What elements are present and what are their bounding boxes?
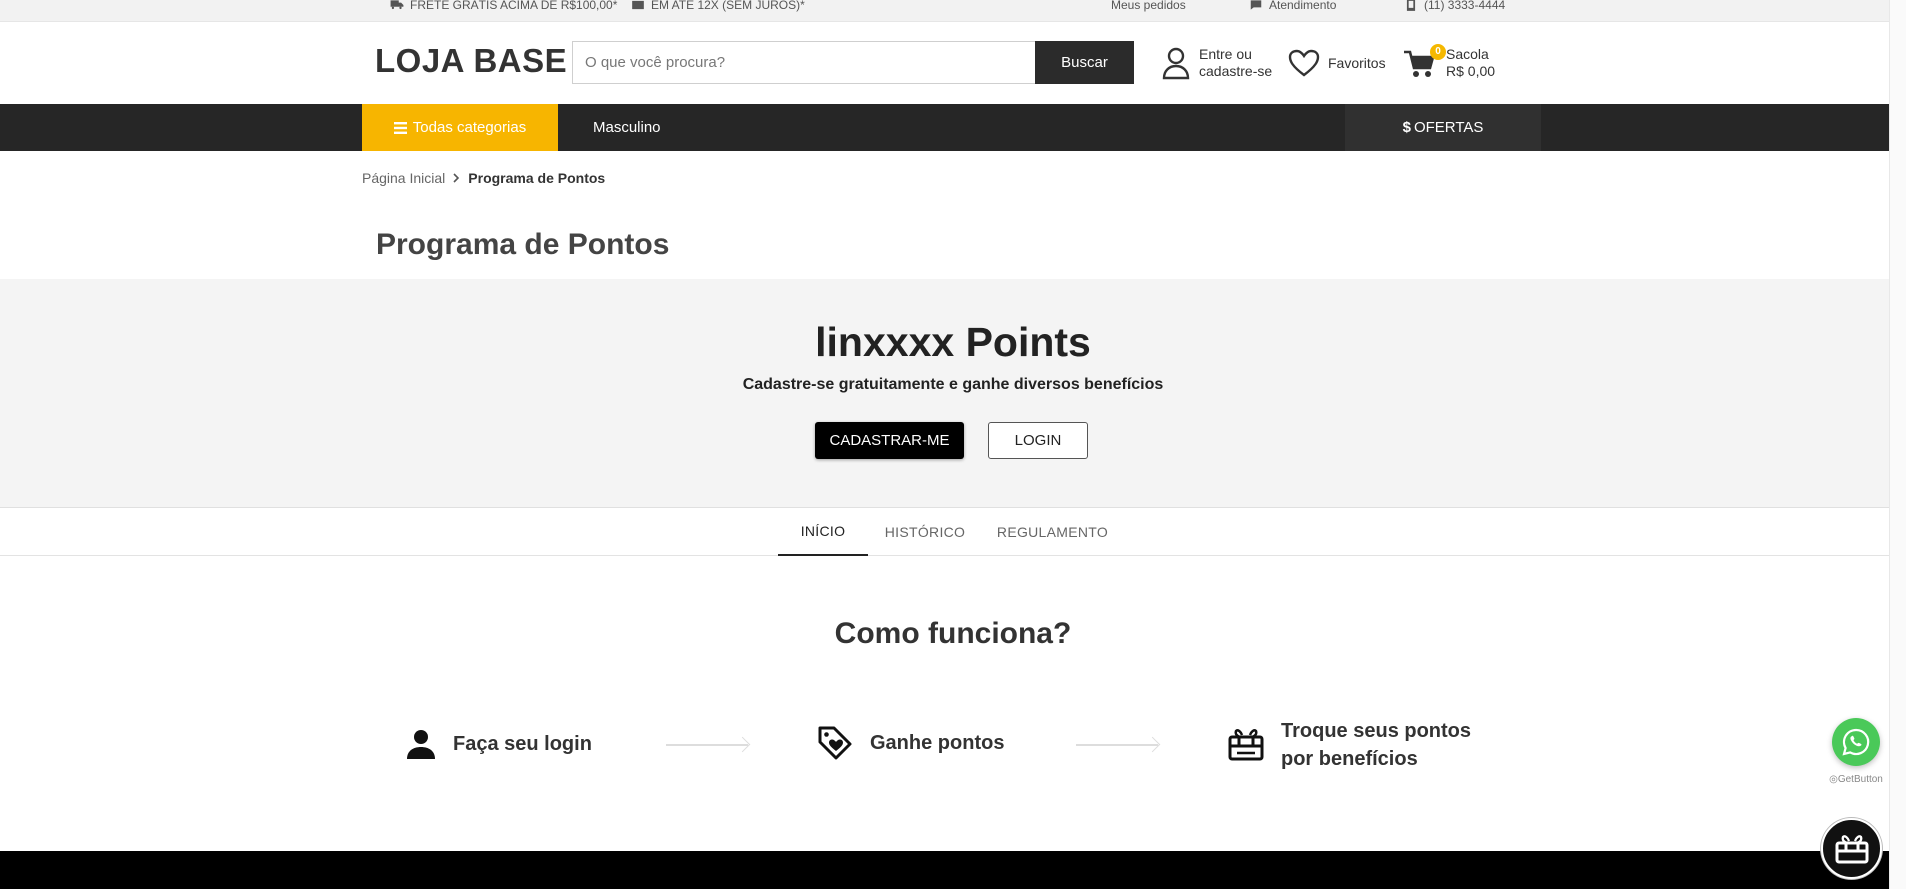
step-login: Faça seu login [405,728,592,760]
how-it-works-title: Como funciona? [834,617,1072,650]
shipping-text: FRETE GRÁTIS ACIMA DE R$100,00* [410,0,618,12]
getbutton-label: GetButton [1837,774,1883,785]
offers-link[interactable]: $ OFERTAS [1345,104,1541,151]
shipping-info: FRETE GRÁTIS ACIMA DE R$100,00* [390,0,617,15]
top-info-bar: FRETE GRÁTIS ACIMA DE R$100,00* EM ATÉ 1… [0,0,1906,22]
support-label: Atendimento [1269,0,1337,12]
favorites-link[interactable]: Favoritos [1288,49,1386,77]
breadcrumb: Página Inicial Programa de Pontos [362,170,605,186]
step-earn-label: Ganhe pontos [870,732,1005,754]
user-icon [1162,47,1190,80]
breadcrumb-home[interactable]: Página Inicial [362,170,445,186]
chat-icon [1250,0,1262,10]
program-tabs: INÍCIO HISTÓRICO REGULAMENTO [0,508,1906,556]
cart-icon-wrap: 0 [1402,44,1446,80]
user-icon [407,730,435,759]
credit-card-icon [632,0,644,10]
all-categories-button[interactable]: Todas categorias [362,104,558,151]
truck-icon [390,0,404,10]
tab-historico[interactable]: HISTÓRICO [875,508,975,556]
cart-label: Sacola [1446,46,1489,62]
tab-inicio[interactable]: INÍCIO [778,508,868,556]
step-arrow-1 [666,744,748,746]
account-line2: cadastre-se [1199,63,1273,79]
step-redeem-label: Troque seus pontos por benefícios [1281,717,1471,773]
phone-label: (11) 3333-4444 [1424,0,1506,12]
search-input[interactable] [572,41,1035,84]
installments-text: EM ATÉ 12X (SEM JUROS)* [651,0,805,12]
menu-icon [393,121,407,134]
search-button[interactable]: Buscar [1035,41,1134,84]
whatsapp-icon [1842,728,1870,756]
points-hero: linxxxx Points Cadastre-se gratuitamente… [0,279,1906,508]
footer [0,851,1906,889]
dollar-icon: $ [1402,119,1411,136]
getbutton-logo-icon: ◎ [1829,774,1838,785]
gift-card-icon [1835,834,1868,863]
step-redeem-line1: Troque seus pontos [1281,720,1472,742]
breadcrumb-current: Programa de Pontos [468,170,606,186]
search-bar: Buscar [572,41,1134,84]
store-logo[interactable]: LOJA BASE [375,42,567,80]
whatsapp-button[interactable] [1832,718,1880,766]
phone-icon [1406,0,1416,11]
my-orders-link[interactable]: Meus pedidos [1111,0,1186,15]
nav-link-masculino[interactable]: Masculino [593,104,661,151]
cart-text: Sacola R$ 0,00 [1446,46,1495,80]
account-line1: Entre ou [1199,46,1252,62]
chevron-right-icon [453,173,460,183]
getbutton-credit[interactable]: ◎GetButton [1824,774,1888,785]
program-title: linxxxx Points [815,319,1091,365]
my-orders-label: Meus pedidos [1111,0,1186,12]
tag-heart-icon [818,726,852,760]
gift-card-icon [1228,729,1264,761]
login-button[interactable]: LOGIN [988,422,1088,459]
step-earn: Ganhe pontos [816,724,1004,762]
tab-regulamento[interactable]: REGULAMENTO [990,508,1115,556]
support-link[interactable]: Atendimento [1249,0,1336,15]
cart-total: R$ 0,00 [1446,63,1496,79]
register-button[interactable]: CADASTRAR-ME [815,422,964,459]
step-redeem: Troque seus pontos por benefícios [1227,717,1471,773]
rewards-widget-button[interactable] [1821,818,1882,879]
step-login-label: Faça seu login [453,733,592,755]
page-scrollbar[interactable] [1889,0,1906,889]
account-text: Entre ou cadastre-se [1199,46,1272,80]
program-subtitle: Cadastre-se gratuitamente e ganhe divers… [742,376,1164,393]
favorites-label: Favoritos [1328,54,1386,71]
site-header: LOJA BASE Buscar Entre ou cadastre-se Fa… [0,22,1906,104]
cart-link[interactable]: 0 Sacola R$ 0,00 [1402,44,1495,80]
all-categories-label: Todas categorias [412,119,527,136]
page-title: Programa de Pontos [376,228,670,261]
phone-link[interactable]: (11) 3333-4444 [1404,0,1505,15]
heart-icon [1288,49,1320,77]
step-arrow-2 [1076,744,1158,746]
cart-count-badge: 0 [1430,44,1446,60]
installments-info: EM ATÉ 12X (SEM JUROS)* [631,0,805,15]
offers-label: OFERTAS [1413,119,1484,136]
account-link[interactable]: Entre ou cadastre-se [1161,46,1272,80]
main-navbar: Todas categorias Masculino $ OFERTAS [0,104,1906,151]
step-redeem-line2: por benefícios [1281,748,1418,770]
